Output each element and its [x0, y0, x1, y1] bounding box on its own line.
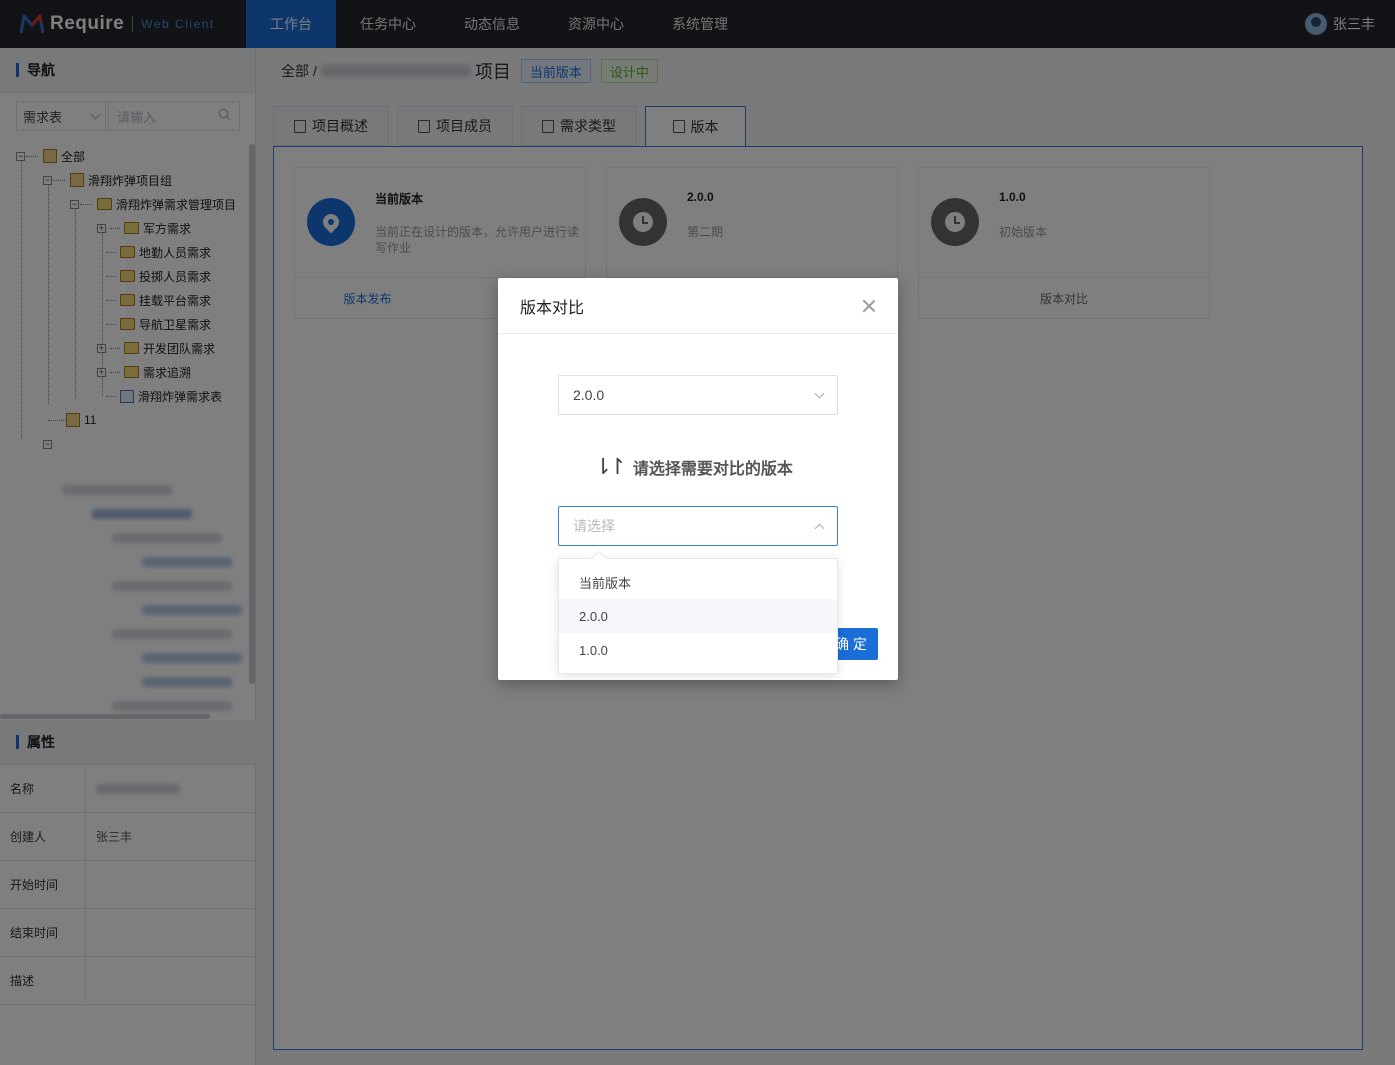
chevron-up-icon	[814, 523, 825, 533]
base-version-select[interactable]: 2.0.0	[558, 375, 838, 415]
close-icon[interactable]	[862, 299, 876, 313]
dialog-title: 版本对比	[520, 299, 585, 317]
base-version-value: 2.0.0	[573, 387, 605, 403]
chevron-down-icon	[814, 388, 825, 398]
target-version-placeholder: 请选择	[573, 518, 615, 534]
dropdown-option-1-0-0[interactable]: 1.0.0	[559, 633, 837, 667]
compare-label-text: 请选择需要对比的版本	[632, 461, 793, 478]
target-version-select[interactable]: 请选择	[558, 506, 838, 546]
compare-label: ⇂↾ 请选择需要对比的版本	[594, 454, 793, 480]
swap-arrows-icon: ⇂↾	[594, 454, 627, 479]
dropdown-option-2-0-0[interactable]: 2.0.0	[559, 599, 837, 633]
dropdown-option-current[interactable]: 当前版本	[559, 565, 837, 599]
version-dropdown: 当前版本 2.0.0 1.0.0	[558, 558, 838, 674]
